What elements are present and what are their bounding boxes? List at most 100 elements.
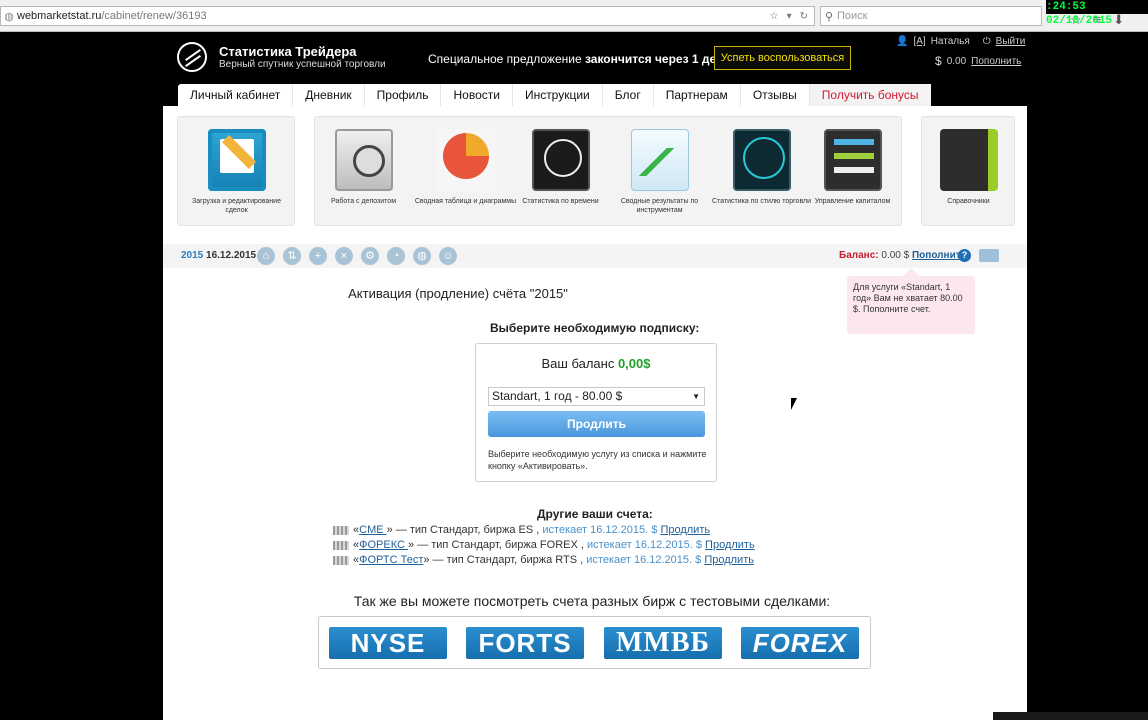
settings-icon[interactable]: ⚙	[361, 247, 379, 265]
pie-icon[interactable]: ◔	[387, 247, 405, 265]
flag-icon	[333, 540, 349, 550]
logo-title[interactable]: Статистика Трейдера	[219, 44, 357, 59]
url-host: webmarketstat.ru	[17, 10, 102, 22]
flag-icon	[333, 555, 349, 565]
pie-chart-icon	[436, 129, 495, 191]
users-icon[interactable]: ☺	[439, 247, 457, 265]
money-value: 0.00	[946, 55, 967, 67]
browser-search-input[interactable]: ⚲ Поиск	[820, 6, 1042, 26]
power-icon: ⏻	[982, 36, 991, 47]
account-link[interactable]: ФОРТС Тест	[359, 554, 423, 566]
nav-item-profile[interactable]: Профиль	[365, 84, 442, 106]
tool-reference[interactable]: Справочники	[916, 117, 1021, 227]
tag-icon[interactable]: ⌂	[257, 247, 275, 265]
star-icon[interactable]: ☆	[770, 11, 779, 22]
nav-item-blog[interactable]: Блог	[603, 84, 654, 106]
mouse-cursor	[791, 398, 797, 410]
safe-icon	[334, 129, 393, 191]
tool-label: Справочники	[947, 198, 990, 205]
tool-style[interactable]: Статистика по стилю торговли	[709, 117, 814, 227]
subscription-hint: Выберите необходимую услугу из списка и …	[488, 449, 707, 471]
address-bar[interactable]: ◍ webmarketstat.ru/cabinet/renew/36193 ☆…	[0, 6, 815, 26]
balance-label: Баланс:	[839, 250, 879, 261]
account-link[interactable]: CME	[359, 524, 387, 536]
test-accounts-title: Так же вы можете посмотреть счета разных…	[163, 593, 1027, 609]
tool-group-deals: Загрузка и редактирование сделок	[177, 116, 295, 226]
dollar-sign: $	[648, 524, 661, 536]
extend-link[interactable]: Продлить	[660, 524, 710, 536]
tool-label: Сводные результаты по инструментам	[620, 198, 699, 214]
page-title: Активация (продление) счёта "2015"	[163, 286, 1027, 301]
offer-deadline: закончится через 1 день	[584, 52, 731, 66]
flag-icon	[333, 525, 349, 535]
download-icon[interactable]: ⬇	[1113, 12, 1124, 28]
account-desc: » — тип Стандарт, биржа FOREX ,	[408, 539, 587, 551]
tool-deals[interactable]: Загрузка и редактирование сделок	[184, 117, 289, 227]
test-accounts-title-text: Так же вы можете посмотреть счета разных…	[353, 593, 831, 609]
tool-capital[interactable]: Управление капиталом	[800, 117, 905, 227]
topup-link[interactable]: Пополнить	[971, 56, 1021, 67]
exchange-nyse-button[interactable]: NYSE	[329, 627, 447, 659]
list-item: «ФОРЕКС » — тип Стандарт, биржа FOREX , …	[333, 539, 755, 551]
account-toolbar: 2015 16.12.2015 ⌂ ⇅ + × ⚙ ◔ ◍ ☺ Баланс: …	[163, 244, 1027, 268]
nav-item-diary[interactable]: Дневник	[293, 84, 365, 106]
nav-item-instructions[interactable]: Инструкции	[513, 84, 603, 106]
dollar-icon: $	[935, 54, 942, 68]
account-date-value: 16.12.2015	[206, 250, 257, 261]
add-icon[interactable]: +	[309, 247, 327, 265]
browser-toolbar: ◍ webmarketstat.ru/cabinet/renew/36193 ☆…	[0, 0, 1148, 32]
account-year[interactable]: 2015	[181, 250, 203, 261]
logout-link[interactable]: Выйти	[996, 36, 1026, 47]
tool-label: Работа с депозитом	[330, 198, 397, 205]
extend-link[interactable]: Продлить	[705, 539, 755, 551]
help-icon[interactable]: ?	[958, 249, 971, 262]
user-tag: [A]	[913, 36, 926, 47]
logo-icon[interactable]	[177, 42, 207, 72]
reload-icon[interactable]: ↻	[800, 11, 808, 22]
tool-instruments[interactable]: Сводные результаты по инструментам	[607, 117, 712, 227]
other-accounts-title: Другие ваши счета:	[537, 507, 653, 521]
tool-group-reference: Справочники	[921, 116, 1015, 226]
site-header: Статистика Трейдера Верный спутник успеш…	[163, 32, 1027, 84]
user-info: 👤 [A] Наталья ⏻ Выйти	[896, 36, 1025, 47]
exchanges-box: NYSE FORTS ММВБ FOREX	[318, 616, 871, 669]
tool-deposit[interactable]: Работа с депозитом	[311, 117, 416, 227]
user-name[interactable]: Наталья	[931, 36, 970, 47]
tool-time[interactable]: Статистика по времени	[508, 117, 613, 227]
tool-label: Сводная таблица и диаграммы	[414, 198, 517, 205]
dollar-sign: $	[692, 554, 705, 566]
account-expiry: истекает 16.12.2015.	[542, 524, 649, 536]
chat-icon[interactable]	[979, 249, 999, 262]
tool-label: Управление капиталом	[814, 198, 891, 205]
globe-icon[interactable]: ◍	[413, 247, 431, 265]
balance-info: Баланс: 0.00 $ Пополнить	[839, 250, 967, 261]
sort-icon[interactable]: ⇅	[283, 247, 301, 265]
exchange-forts-button[interactable]: FORTS	[466, 627, 584, 659]
offer-label: Специальное предложение	[428, 52, 582, 66]
balance-tooltip: Для услуги «Standart, 1 год» Вам не хват…	[847, 268, 975, 334]
nav-item-reviews[interactable]: Отзывы	[741, 84, 810, 106]
nav-item-bonuses[interactable]: Получить бонусы	[809, 84, 931, 106]
globe-icon: ◍	[4, 10, 14, 23]
account-expiry: истекает 16.12.2015.	[586, 554, 693, 566]
tool-summary[interactable]: Сводная таблица и диаграммы	[413, 117, 518, 227]
dollar-sign: $	[692, 539, 706, 551]
offer-button[interactable]: Успеть воспользоваться	[714, 46, 851, 70]
account-date: 2015 16.12.2015	[181, 250, 256, 261]
subscription-select[interactable]: Standart, 1 год - 80.00 $ ▼	[488, 387, 705, 406]
nav-item-partners[interactable]: Партнерам	[654, 84, 741, 106]
account-link[interactable]: ФОРЕКС	[359, 539, 408, 551]
book-icon	[939, 129, 998, 191]
remove-icon[interactable]: ×	[335, 247, 353, 265]
subscription-box: Ваш баланс 0,00$ Standart, 1 год - 80.00…	[475, 343, 717, 482]
url-path: /cabinet/renew/36193	[101, 10, 207, 22]
dropdown-icon[interactable]: ▾	[787, 11, 792, 22]
clock-icon	[531, 129, 590, 191]
nav-item-news[interactable]: Новости	[441, 84, 513, 106]
extend-button[interactable]: Продлить	[488, 411, 705, 437]
list-item: «CME » — тип Стандарт, биржа ES , истека…	[333, 524, 710, 536]
exchange-forex-button[interactable]: FOREX	[741, 627, 859, 659]
exchange-mmvb-button[interactable]: ММВБ	[604, 627, 722, 659]
nav-item-cabinet[interactable]: Личный кабинет	[178, 84, 294, 106]
extend-link[interactable]: Продлить	[704, 554, 754, 566]
